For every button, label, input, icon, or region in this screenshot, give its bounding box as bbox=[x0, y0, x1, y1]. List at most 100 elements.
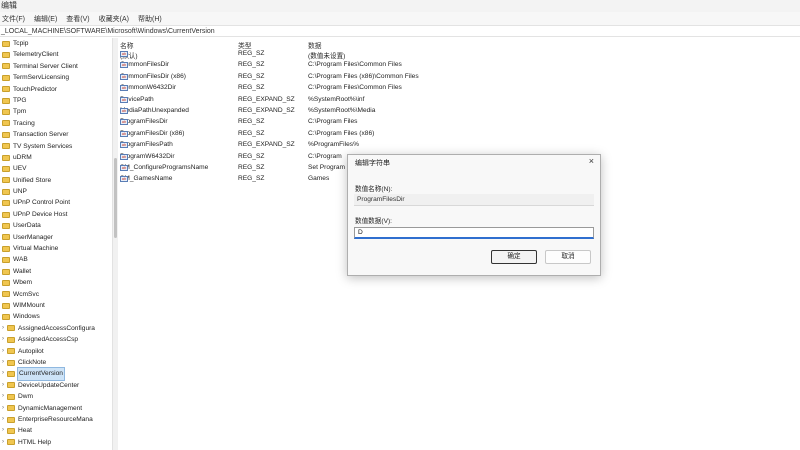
tree-item[interactable]: TermServLicensing bbox=[0, 72, 112, 83]
value-row[interactable]: ab CommonFilesDir (x86) REG_SZ C:\Program F… bbox=[118, 72, 800, 83]
chevron-right-icon[interactable]: › bbox=[0, 323, 6, 334]
scrollbar-thumb[interactable] bbox=[114, 158, 117, 238]
tree-item[interactable]: Tpm bbox=[0, 106, 112, 117]
value-type: REG_EXPAND_SZ bbox=[238, 141, 295, 149]
folder-icon bbox=[2, 131, 10, 138]
tree-item[interactable]: › AssignedAccessConfigura bbox=[0, 323, 112, 334]
tree-item[interactable]: › DynamicManagement bbox=[0, 403, 112, 414]
value-row[interactable]: ab DevicePath REG_EXPAND_SZ %SystemRoot%\in… bbox=[118, 95, 800, 106]
tree-item[interactable]: Wbem bbox=[0, 277, 112, 288]
tree-item-label: Virtual Machine bbox=[13, 245, 59, 253]
tree-item[interactable]: WAB bbox=[0, 254, 112, 265]
value-name-field[interactable] bbox=[354, 194, 594, 206]
tree-item[interactable]: › EnterpriseResourceMana bbox=[0, 414, 112, 425]
value-type: REG_SZ bbox=[238, 72, 265, 80]
tree-item-label: Wbem bbox=[13, 279, 33, 287]
folder-icon bbox=[2, 143, 10, 150]
chevron-right-icon[interactable]: › bbox=[0, 334, 6, 345]
chevron-right-icon[interactable]: › bbox=[0, 346, 6, 357]
tree-item[interactable]: › Heat bbox=[0, 425, 112, 436]
tree-item-label: UPnP Device Host bbox=[13, 210, 68, 218]
folder-icon bbox=[7, 371, 15, 378]
value-row[interactable]: ab ProgramFilesDir REG_SZ C:\Program Files bbox=[118, 117, 800, 128]
tree-item[interactable]: Wallet bbox=[0, 266, 112, 277]
tree-item[interactable]: TPG bbox=[0, 95, 112, 106]
tree-item[interactable]: › Autopilot bbox=[0, 346, 112, 357]
value-name: ab DevicePath bbox=[120, 96, 154, 103]
tree-item[interactable]: Windows bbox=[0, 311, 112, 322]
value-row[interactable]: ab (默认) REG_SZ (数值未设置) bbox=[118, 49, 800, 60]
menu-favorites[interactable]: 收藏夹(A) bbox=[99, 14, 129, 24]
tree-item-label: TermServLicensing bbox=[13, 74, 70, 82]
chevron-right-icon[interactable]: › bbox=[0, 414, 6, 425]
tree-item[interactable]: Terminal Server Client bbox=[0, 61, 112, 72]
chevron-right-icon[interactable]: › bbox=[0, 391, 6, 402]
ok-button[interactable]: 确定 bbox=[491, 250, 537, 264]
chevron-right-icon[interactable]: › bbox=[0, 437, 6, 448]
value-name-label: 数值名称(N): bbox=[355, 186, 393, 193]
value-type: REG_SZ bbox=[238, 175, 265, 183]
chevron-right-icon[interactable]: › bbox=[0, 403, 6, 414]
folder-icon bbox=[7, 325, 15, 332]
chevron-right-icon[interactable]: › bbox=[0, 425, 6, 436]
close-icon[interactable]: × bbox=[589, 156, 594, 166]
tree-item[interactable]: TouchPredictor bbox=[0, 84, 112, 95]
tree-item[interactable]: WIMMount bbox=[0, 300, 112, 311]
value-row[interactable]: ab CommonFilesDir REG_SZ C:\Program Files\C… bbox=[118, 60, 800, 71]
tree-item-label: UEV bbox=[13, 165, 27, 173]
menu-view[interactable]: 查看(V) bbox=[66, 14, 89, 24]
tree-item[interactable]: Transaction Server bbox=[0, 129, 112, 140]
cancel-button[interactable]: 取消 bbox=[545, 250, 591, 264]
tree-item[interactable]: Unified Store bbox=[0, 175, 112, 186]
chevron-right-icon[interactable]: › bbox=[0, 357, 6, 368]
menu-file[interactable]: 文件(F) bbox=[2, 14, 25, 24]
tree-item[interactable]: › ClickNote bbox=[0, 357, 112, 368]
folder-icon bbox=[2, 109, 10, 116]
tree-item[interactable]: uDRM bbox=[0, 152, 112, 163]
tree-item[interactable]: WcmSvc bbox=[0, 289, 112, 300]
tree-item[interactable]: › CurrentVersion bbox=[0, 367, 112, 381]
tree-item[interactable]: › DeviceUpdateCenter bbox=[0, 380, 112, 391]
tree-item[interactable]: UserManager bbox=[0, 232, 112, 243]
value-data: %SystemRoot%\inf bbox=[308, 95, 365, 103]
tree-item[interactable]: UPnP Device Host bbox=[0, 209, 112, 220]
value-row[interactable]: ab CommonW6432Dir REG_SZ C:\Program Files\C… bbox=[118, 83, 800, 94]
value-name: ab CommonFilesDir bbox=[120, 61, 169, 69]
tree-item[interactable]: Virtual Machine bbox=[0, 243, 112, 254]
address-bar[interactable]: _LOCAL_MACHINE\SOFTWARE\Microsoft\Window… bbox=[0, 25, 800, 37]
value-type: REG_SZ bbox=[238, 84, 265, 92]
value-data: Set Program bbox=[308, 163, 346, 171]
chevron-right-icon[interactable]: › bbox=[0, 380, 6, 391]
chevron-right-icon[interactable]: › bbox=[0, 368, 6, 379]
string-value-icon: ab bbox=[120, 164, 128, 171]
menu-edit[interactable]: 编辑(E) bbox=[34, 14, 57, 24]
value-row[interactable]: ab ProgramFilesDir (x86) REG_SZ C:\Program … bbox=[118, 129, 800, 140]
folder-icon bbox=[2, 63, 10, 70]
tree-item[interactable]: Tracing bbox=[0, 118, 112, 129]
tree-item[interactable]: › HTML Help bbox=[0, 437, 112, 448]
tree-item[interactable]: TV System Services bbox=[0, 141, 112, 152]
tree-item[interactable]: UPnP Control Point bbox=[0, 197, 112, 208]
values-header: 名称 类型 数据 bbox=[118, 38, 800, 50]
tree-item[interactable]: TelemetryClient bbox=[0, 49, 112, 60]
folder-icon bbox=[7, 439, 15, 446]
menu-help[interactable]: 帮助(H) bbox=[138, 14, 162, 24]
value-type: REG_SZ bbox=[238, 163, 265, 171]
tree-item-label: Windows bbox=[13, 313, 40, 321]
folder-icon bbox=[2, 120, 10, 127]
value-name: ab ProgramFilesDir bbox=[120, 118, 168, 126]
folder-icon bbox=[2, 302, 10, 309]
value-row[interactable]: ab ProgramFilesPath REG_EXPAND_SZ %ProgramF… bbox=[118, 140, 800, 151]
tree-item[interactable]: › Dwm bbox=[0, 391, 112, 402]
value-type: REG_SZ bbox=[238, 118, 265, 126]
folder-icon bbox=[7, 382, 15, 389]
tree-item[interactable]: UserData bbox=[0, 220, 112, 231]
tree-item[interactable]: UNP bbox=[0, 186, 112, 197]
tree-item[interactable]: UEV bbox=[0, 163, 112, 174]
tree-item[interactable]: › AssignedAccessCsp bbox=[0, 334, 112, 345]
tree-item-label: Tcpip bbox=[13, 40, 29, 47]
tree-item-label: ClickNote bbox=[18, 358, 47, 366]
value-row[interactable]: ab MediaPathUnexpanded REG_EXPAND_SZ %Syste… bbox=[118, 106, 800, 117]
tree-item[interactable]: Tcpip bbox=[0, 38, 112, 49]
value-data-input[interactable] bbox=[354, 227, 594, 239]
